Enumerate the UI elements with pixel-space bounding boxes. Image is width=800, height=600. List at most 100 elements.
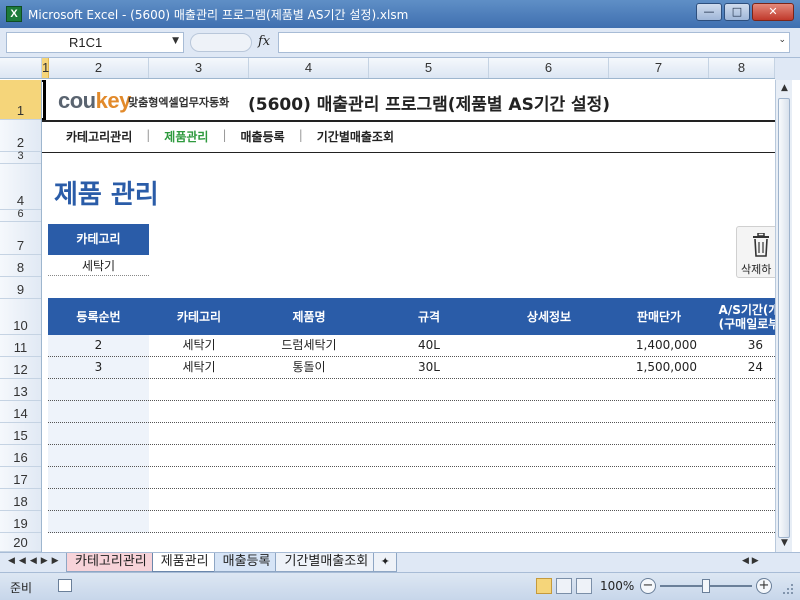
column-header[interactable]: 4 [249,58,369,78]
nav-item-sales-entry[interactable]: 매출등록 [241,128,285,145]
macro-record-icon[interactable] [58,579,72,592]
page-title: 제품 관리 [54,180,159,210]
row-header[interactable]: 11 [0,335,41,357]
scroll-down-icon[interactable]: ▼ [776,535,793,552]
title-bar: X Microsoft Excel - (5600) 매출관리 프로그램(제품별… [0,0,800,28]
logo-subtitle: 맞춤형엑셀업무자동화 [128,96,230,109]
chevron-down-icon[interactable]: ▼ [172,36,179,46]
row-header[interactable]: 19 [0,511,41,533]
column-header[interactable]: 2 [49,58,149,78]
resize-grip-icon[interactable] [782,583,794,595]
zoom-slider-thumb[interactable] [702,579,710,593]
worksheet[interactable]: coukey 맞춤형엑셀업무자동화 (5600) 매출관리 프로그램(제품별 A… [42,80,775,552]
status-ready: 준비 [10,581,33,595]
nav-item-category[interactable]: 카테고리관리 [66,128,132,145]
header-detail: 상세정보 [526,309,572,324]
view-buttons [536,578,592,594]
row-header[interactable]: 17 [0,467,41,489]
row-header[interactable]: 20 [0,533,41,552]
cell-seq: 2 [94,338,103,352]
row-header[interactable]: 2 [0,120,41,152]
page-layout-view-icon[interactable] [556,578,572,594]
table-row-empty[interactable] [48,379,775,401]
table-row-empty[interactable] [48,445,775,467]
vertical-scrollbar[interactable]: ▲ ▼ [775,80,792,552]
column-header[interactable]: 5 [369,58,489,78]
row-header[interactable]: 3 [0,150,41,164]
row-header[interactable]: 10 [0,299,41,335]
row-header[interactable]: 15 [0,423,41,445]
table-row[interactable]: 3 세탁기 통돌이 30L 1,500,000 24 [48,357,775,379]
zoom-in-icon[interactable]: + [756,578,772,594]
row-header[interactable]: 13 [0,379,41,401]
tab-product-management[interactable]: 제품관리 [151,553,218,572]
row-header[interactable]: 16 [0,445,41,467]
formula-tools: fx [190,32,274,53]
zoom-out-icon[interactable]: − [640,578,656,594]
row-header[interactable]: 18 [0,489,41,511]
row-header[interactable]: 4 [0,164,41,210]
column-header[interactable]: 7 [609,58,709,78]
header-product-name: 제품명 [292,309,326,324]
row-header[interactable]: 12 [0,357,41,379]
nav-menu: 카테고리관리 | 제품관리 | 매출등록 | 기간별매출조회 [66,128,394,145]
table-row-empty[interactable] [48,489,775,511]
category-filter-value[interactable]: 세탁기 [48,256,149,276]
column-header[interactable]: 6 [489,58,609,78]
row-header[interactable]: 14 [0,401,41,423]
delete-button[interactable]: 삭제하 [736,226,775,278]
row-header[interactable]: 7 [0,222,41,255]
name-box[interactable]: R1C1 ▼ [6,32,184,53]
table-row-empty[interactable] [48,423,775,445]
select-all-corner[interactable] [0,58,42,78]
scrollbar-thumb[interactable] [778,98,790,538]
excel-icon[interactable]: X [6,6,22,22]
row-header[interactable]: 6 [0,208,41,222]
formula-input[interactable]: ⌄ [278,32,790,53]
table-row[interactable]: 2 세탁기 드럼세탁기 40L 1,400,000 36 [48,335,775,357]
tab-category-management[interactable]: 카테고리관리 [66,553,156,572]
table-row-empty[interactable] [48,401,775,423]
table-row-empty[interactable] [48,511,775,533]
formula-cancel-confirm[interactable] [190,33,252,52]
cell-category: 세탁기 [182,338,216,352]
tab-navigation-arrows[interactable]: ◀◀◀▶▶ [8,556,63,566]
horizontal-scroll-arrows[interactable]: ◀ ▶ [742,556,782,570]
name-box-value: R1C1 [69,35,103,50]
row-header[interactable]: 9 [0,277,41,299]
program-title: (5600) 매출관리 프로그램(제품별 AS기간 설정) [248,95,611,115]
cell-price: 1,400,000 [635,338,697,352]
tab-sales-entry[interactable]: 매출등록 [213,553,280,572]
header-as-period-line1: A/S기간(개 [718,302,775,317]
scroll-up-icon[interactable]: ▲ [776,80,793,97]
cell-spec: 40L [418,338,440,352]
maximize-button[interactable]: □ [724,3,750,21]
coukey-logo: coukey [58,88,131,114]
insert-sheet-icon[interactable]: ✦ [373,553,398,572]
column-header[interactable]: 1 [42,58,49,78]
close-button[interactable]: ✕ [752,3,794,21]
zoom-level[interactable]: 100% [600,579,634,593]
expand-formula-icon[interactable]: ⌄ [778,35,786,45]
status-bar: 준비 100% − + [0,572,800,600]
page-break-view-icon[interactable] [576,578,592,594]
nav-item-products[interactable]: 제품관리 [164,128,208,145]
cell-detail [489,357,609,378]
row-header[interactable]: 1 [0,80,41,120]
normal-view-icon[interactable] [536,578,552,594]
minimize-button[interactable]: — [696,3,722,21]
row-header[interactable]: 8 [0,255,41,277]
logo-text-cou: cou [58,88,96,113]
category-filter-label: 카테고리 [48,224,149,255]
insert-function-icon[interactable]: fx [258,34,270,49]
header-divider [42,120,775,122]
column-header[interactable]: 8 [709,58,775,78]
cell-spec: 30L [418,360,440,374]
nav-separator: | [146,128,151,142]
formula-bar: R1C1 ▼ fx ⌄ [0,28,800,58]
column-header[interactable]: 3 [149,58,249,78]
cell-category: 세탁기 [182,360,216,374]
tab-period-sales[interactable]: 기간별매출조회 [275,553,378,572]
nav-item-period-sales[interactable]: 기간별매출조회 [317,128,394,145]
table-row-empty[interactable] [48,467,775,489]
